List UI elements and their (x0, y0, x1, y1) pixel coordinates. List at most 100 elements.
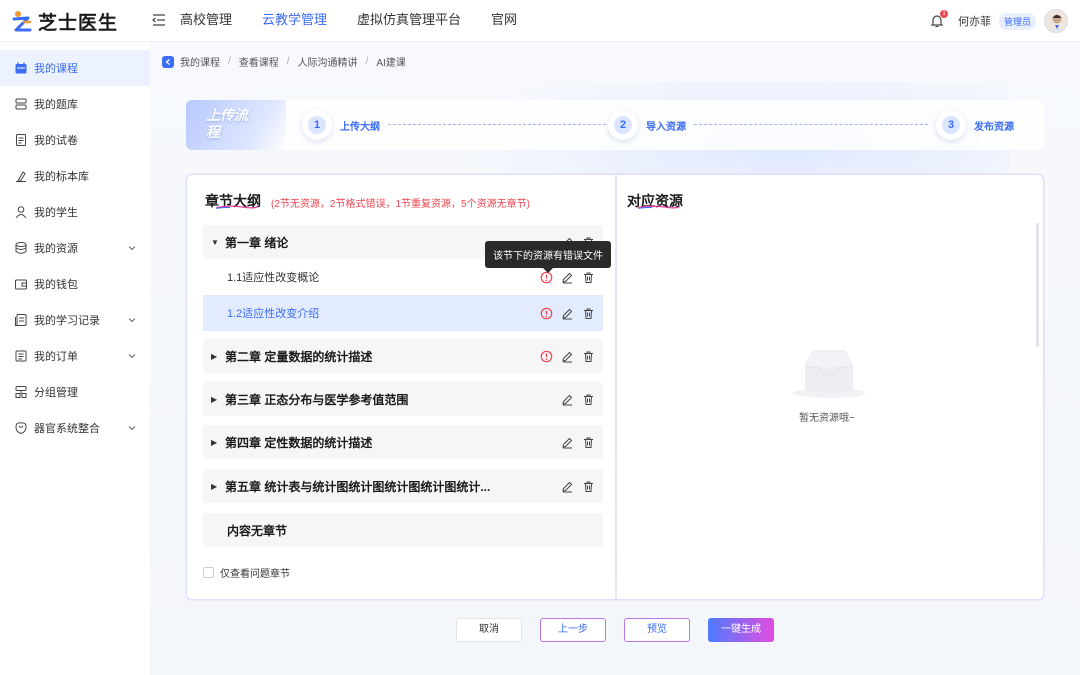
wallet-icon (15, 279, 27, 290)
sidebar-item-organ-system[interactable]: 器官系统整合 (0, 410, 150, 446)
error-warning-icon[interactable] (540, 350, 553, 363)
caret-down-icon[interactable]: ▼ (211, 238, 223, 247)
scrollbar[interactable] (1036, 223, 1039, 347)
avatar-image (1045, 10, 1067, 32)
notification-count: 1 (939, 10, 948, 18)
preview-button[interactable]: 预览 (624, 618, 690, 642)
caret-right-icon[interactable]: ▶ (211, 482, 223, 491)
menu-collapse-icon[interactable] (152, 14, 166, 26)
delete-icon[interactable] (582, 480, 595, 493)
cancel-button[interactable]: 取消 (456, 618, 522, 642)
chapter-title: 第三章 正态分布与医学参考值范围 (225, 392, 409, 407)
delete-icon[interactable] (582, 436, 595, 449)
notification-button[interactable]: 1 (930, 10, 948, 28)
chapter-row[interactable]: ▶ 第二章 定量数据的统计描述 (203, 339, 603, 373)
caret-right-icon[interactable]: ▶ (211, 352, 223, 361)
problem-filter-checkbox[interactable] (203, 567, 214, 578)
edit-icon[interactable] (561, 436, 574, 449)
user-area: 1 何亦菲 管理员 (930, 0, 1068, 42)
error-tooltip: 该节下的资源有错误文件 (485, 241, 611, 273)
topnav-item-cloud-teaching[interactable]: 云教学管理 (262, 0, 327, 42)
sidebar: 我的课程 我的题库 我的试卷 我的标本库 我的学生 我的资源 我的钱包 我的学习… (0, 42, 150, 675)
sidebar-item-resources[interactable]: 我的资源 (0, 230, 150, 266)
step-label: 发布资源 (974, 121, 1014, 133)
sidebar-item-label: 分组管理 (34, 387, 78, 399)
sidebar-item-label: 我的标本库 (34, 171, 89, 183)
outline-summary: (2节无资源，2节格式错误，1节重复资源，5个资源无章节) (271, 199, 530, 210)
breadcrumb-item[interactable]: 查看课程 (239, 54, 279, 69)
previous-step-button[interactable]: 上一步 (540, 618, 606, 642)
edit-icon[interactable] (561, 350, 574, 363)
row-actions (561, 382, 595, 416)
sidebar-item-question-bank[interactable]: 我的题库 (0, 86, 150, 122)
chapter-row[interactable]: ▶ 第三章 正态分布与医学参考值范围 (203, 382, 603, 416)
no-chapter-row[interactable]: 内容无章节 (203, 513, 603, 547)
sidebar-item-orders[interactable]: 我的订单 (0, 338, 150, 374)
delete-icon[interactable] (582, 271, 595, 284)
sidebar-item-label: 我的课程 (34, 63, 78, 75)
breadcrumb-item[interactable]: 我的课程 (180, 54, 220, 69)
caret-right-icon[interactable]: ▶ (211, 438, 223, 447)
brand-logo[interactable]: 芝士医生 (12, 8, 118, 35)
sidebar-item-label: 我的资源 (34, 243, 78, 255)
sidebar-item-exam-papers[interactable]: 我的试卷 (0, 122, 150, 158)
organ-icon (15, 422, 27, 435)
upload-steps: 上传流程 1 上传大纲 2 导入资源 3 发布资源 (186, 100, 1044, 150)
sidebar-item-label: 我的试卷 (34, 135, 78, 147)
group-icon (15, 386, 27, 398)
topnav-item-official-site[interactable]: 官网 (491, 0, 517, 42)
step-number: 3 (936, 110, 966, 140)
sidebar-item-wallet[interactable]: 我的钱包 (0, 266, 150, 302)
topnav-item-virtual-sim[interactable]: 虚拟仿真管理平台 (357, 0, 461, 42)
step-number: 1 (302, 110, 332, 140)
chapter-title: 内容无章节 (227, 523, 288, 538)
chapter-row[interactable]: ▶ 第四章 定性数据的统计描述 (203, 425, 603, 459)
chapter-title: 第四章 定性数据的统计描述 (225, 435, 373, 450)
chapter-row[interactable]: ▶ 第五章 统计表与统计图统计图统计图统计图统计... (203, 469, 603, 503)
title-underline-decoration (216, 205, 259, 209)
step-upload-outline: 1 上传大纲 (302, 110, 380, 140)
problem-filter-label: 仅查看问题章节 (220, 569, 290, 580)
avatar[interactable] (1044, 9, 1068, 33)
sidebar-item-group-management[interactable]: 分组管理 (0, 374, 150, 410)
caret-right-icon[interactable]: ▶ (211, 395, 223, 404)
breadcrumb-current: AI建课 (376, 58, 406, 69)
topnav-item-university[interactable]: 高校管理 (180, 0, 232, 42)
main-content: 我的课程 / 查看课程 / 人际沟通精讲 / AI建课 上传流程 1 上传大纲 … (150, 42, 1080, 675)
sidebar-item-specimen-library[interactable]: 我的标本库 (0, 158, 150, 194)
step-import-resources: 2 导入资源 (608, 110, 686, 140)
calendar-icon (15, 62, 27, 74)
delete-icon[interactable] (582, 350, 595, 363)
empty-state-text: 暂无资源哦~ (799, 413, 855, 424)
chapter-title: 第二章 定量数据的统计描述 (225, 349, 373, 364)
edit-icon[interactable] (561, 480, 574, 493)
problem-filter[interactable]: 仅查看问题章节 (203, 565, 290, 580)
delete-icon[interactable] (582, 393, 595, 406)
back-button[interactable] (162, 55, 174, 68)
error-warning-icon[interactable] (540, 307, 553, 320)
sidebar-item-students[interactable]: 我的学生 (0, 194, 150, 230)
generate-button[interactable]: 一键生成 (708, 618, 774, 642)
edit-icon[interactable] (561, 307, 574, 320)
chapter-title: 第五章 统计表与统计图统计图统计图统计图统计... (225, 479, 491, 494)
edit-icon[interactable] (561, 393, 574, 406)
row-actions (561, 469, 595, 503)
user-name[interactable]: 何亦菲 (958, 13, 991, 29)
row-actions (561, 425, 595, 459)
empty-inbox-icon (793, 350, 865, 398)
top-navigation: 高校管理 云教学管理 虚拟仿真管理平台 官网 (180, 0, 547, 42)
specimen-icon (16, 171, 26, 182)
user-icon (15, 206, 27, 219)
row-actions (540, 339, 595, 373)
sidebar-item-label: 我的学生 (34, 207, 78, 219)
chevron-down-icon (128, 246, 136, 251)
brand-name: 芝士医生 (38, 13, 119, 34)
delete-icon[interactable] (582, 307, 595, 320)
chevron-down-icon (128, 426, 136, 431)
sidebar-item-learning-records[interactable]: 我的学习记录 (0, 302, 150, 338)
edit-icon[interactable] (561, 271, 574, 284)
sidebar-item-my-courses[interactable]: 我的课程 (0, 50, 150, 86)
breadcrumb-item[interactable]: 人际沟通精讲 (298, 54, 358, 69)
section-row-selected[interactable]: 1.2适应性改变介绍 (203, 295, 603, 331)
section-title: 1.1适应性改变概论 (227, 272, 320, 284)
